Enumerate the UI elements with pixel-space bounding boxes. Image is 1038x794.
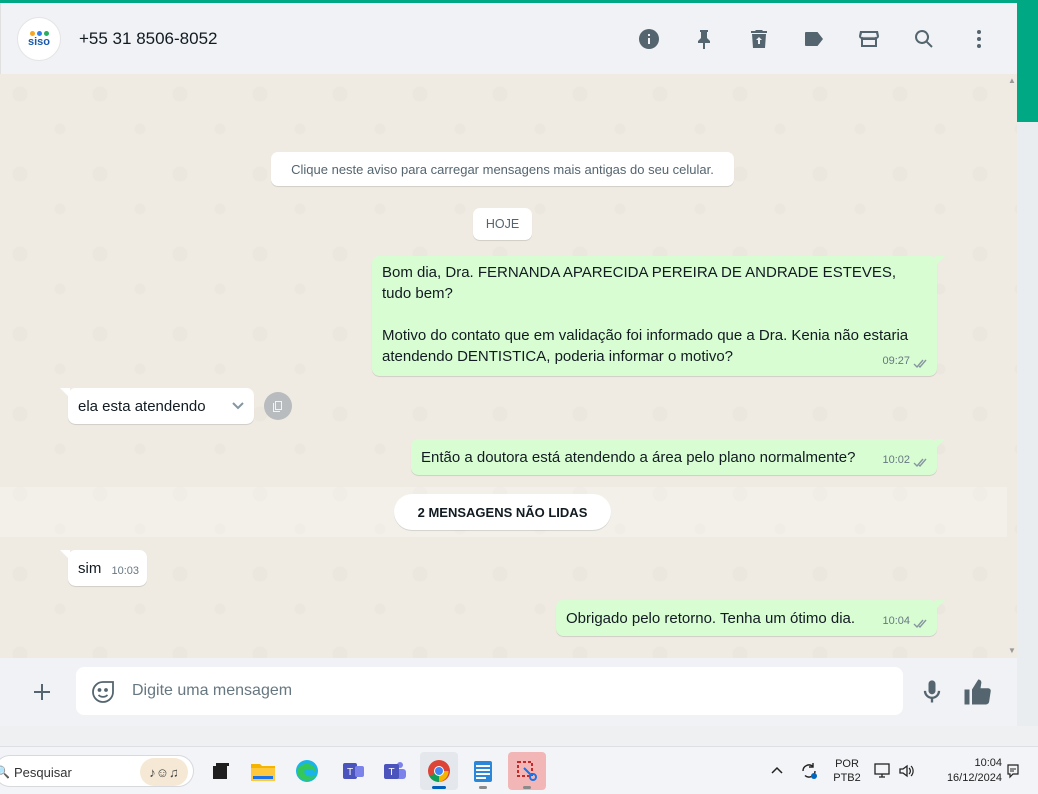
- double-check-icon: [913, 455, 929, 468]
- notifications-icon[interactable]: [1002, 747, 1024, 794]
- info-icon[interactable]: [621, 21, 676, 57]
- message-time: 10:02: [882, 454, 910, 466]
- chat-area[interactable]: ▲ ▼ Clique neste aviso para carregar men…: [0, 74, 1017, 658]
- message-meta: 09:27: [882, 351, 929, 372]
- windows-taskbar: 🔍 Pesquisar ♪☺♫ T T POR PTB2 10:04 16/12…: [0, 746, 1038, 794]
- language-code: POR: [835, 758, 859, 770]
- message-time: 10:04: [882, 615, 910, 627]
- outgoing-message[interactable]: Bom dia, Dra. FERNANDA APARECIDA PEREIRA…: [372, 256, 945, 376]
- bubble-tail: [60, 388, 70, 398]
- avatar-logo-text: siso: [27, 35, 50, 48]
- right-gutter: [1017, 122, 1038, 746]
- taskbar-search-label: Pesquisar: [14, 765, 72, 780]
- unread-messages-badge: 2 MENSAGENS NÃO LIDAS: [394, 494, 611, 530]
- bubble-tail: [935, 439, 945, 449]
- taskbar-search[interactable]: 🔍 Pesquisar ♪☺♫: [0, 755, 194, 787]
- svg-text:T: T: [388, 767, 394, 778]
- header-actions: [621, 21, 1006, 57]
- window-accent-edge: [1017, 3, 1038, 122]
- store-icon[interactable]: [841, 21, 896, 57]
- snipping-tool-icon[interactable]: [508, 752, 546, 790]
- microphone-button[interactable]: [918, 678, 948, 708]
- siso-logo-mark: [29, 30, 49, 36]
- attach-button[interactable]: [24, 674, 60, 710]
- file-explorer-icon[interactable]: [244, 752, 282, 790]
- thumbs-up-icon: [964, 679, 991, 705]
- clock-time: 10:04: [974, 757, 1002, 769]
- outgoing-message[interactable]: Obrigado pelo retorno. Tenha um ótimo di…: [556, 600, 945, 636]
- chevron-down-icon[interactable]: [228, 396, 248, 416]
- teams-icon[interactable]: T: [376, 752, 414, 790]
- label-icon[interactable]: [786, 21, 841, 57]
- message-meta: 10:03: [111, 561, 139, 582]
- incoming-message[interactable]: ela esta atendendo: [60, 388, 254, 424]
- network-icon[interactable]: [872, 747, 894, 794]
- notepad-icon[interactable]: [464, 752, 502, 790]
- system-clock[interactable]: 10:04 16/12/2024: [928, 747, 1002, 794]
- message-text: sim: [78, 560, 102, 577]
- microphone-icon: [923, 680, 941, 703]
- bubble-tail: [935, 256, 945, 266]
- delete-icon[interactable]: [731, 21, 786, 57]
- menu-icon[interactable]: [951, 21, 1006, 57]
- sticker-emoji-icon[interactable]: [90, 679, 116, 705]
- sync-icon[interactable]: [796, 747, 822, 794]
- scroll-up-arrow-icon[interactable]: ▲: [1008, 76, 1016, 85]
- scroll-down-arrow-icon[interactable]: ▼: [1008, 646, 1016, 655]
- plus-icon: [34, 684, 50, 700]
- clock-date: 16/12/2024: [946, 772, 1002, 784]
- outgoing-message[interactable]: Então a doutora está atendendo a área pe…: [411, 439, 945, 475]
- copy-message-button[interactable]: [264, 392, 292, 420]
- message-text: ela esta atendendo: [78, 398, 206, 415]
- load-older-messages-notice[interactable]: Clique neste aviso para carregar mensage…: [271, 152, 734, 186]
- message-input[interactable]: [132, 675, 892, 707]
- message-time: 09:27: [882, 355, 910, 367]
- search-icon[interactable]: [896, 21, 951, 57]
- contact-name[interactable]: +55 31 8506-8052: [79, 29, 218, 49]
- keyboard-layout: PTB2: [833, 772, 861, 784]
- window-bottom-edge: [0, 726, 1038, 746]
- double-check-icon: [913, 356, 929, 369]
- volume-icon[interactable]: [896, 747, 918, 794]
- message-meta: 10:04: [882, 611, 929, 632]
- chrome-icon[interactable]: [420, 752, 458, 790]
- date-chip: HOJE: [473, 208, 532, 240]
- message-time: 10:03: [111, 565, 139, 577]
- active-app-indicator: [432, 786, 446, 789]
- thumbs-up-button[interactable]: [962, 677, 994, 709]
- task-view-icon[interactable]: [202, 752, 240, 790]
- avatar[interactable]: siso: [17, 17, 61, 61]
- edge-icon[interactable]: [288, 752, 326, 790]
- search-icon: 🔍: [0, 765, 10, 779]
- chat-header: siso +55 31 8506-8052: [0, 3, 1017, 74]
- message-text: Obrigado pelo retorno. Tenha um ótimo di…: [566, 610, 856, 627]
- message-meta: 10:02: [882, 450, 929, 471]
- running-app-indicator: [523, 786, 531, 789]
- bubble-tail: [935, 600, 945, 610]
- copy-icon: [273, 401, 282, 412]
- teams-work-icon[interactable]: T: [334, 752, 372, 790]
- svg-text:T: T: [347, 767, 353, 778]
- input-language-indicator[interactable]: POR PTB2: [830, 747, 864, 794]
- pin-icon[interactable]: [676, 21, 731, 57]
- message-composer: [0, 658, 1017, 726]
- message-text: Então a doutora está atendendo a área pe…: [421, 449, 856, 466]
- double-check-icon: [913, 616, 929, 629]
- incoming-message[interactable]: sim 10:03: [60, 550, 147, 586]
- message-text: Bom dia, Dra. FERNANDA APARECIDA PEREIRA…: [382, 264, 909, 365]
- show-hidden-icons-chevron-icon[interactable]: [766, 747, 788, 794]
- message-input-box[interactable]: [76, 667, 903, 715]
- bubble-tail: [60, 550, 70, 560]
- search-highlight-doodle-icon[interactable]: ♪☺♫: [140, 758, 188, 786]
- running-app-indicator: [479, 786, 487, 789]
